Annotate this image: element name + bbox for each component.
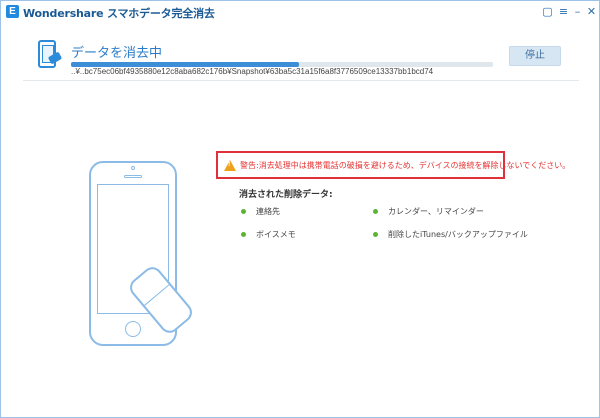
title-bar: E Wondershare スマホデータ完全消去 ▢ ≡ – ✕ [1,1,599,23]
bullet-icon [241,209,246,214]
list-item: ボイスメモ [241,229,296,240]
list-item: カレンダー、リマインダー [373,206,484,217]
warning-label: 警告: [240,160,259,170]
close-icon[interactable]: ✕ [585,5,598,18]
warning-box: ! 警告: 消去処理中は携帯電話の破損を避けるため、デバイスの接続を解除しないで… [216,151,570,179]
app-title: Wondershare スマホデータ完全消去 [23,7,215,20]
header-divider [23,80,579,81]
erase-status-heading: データを消去中 [71,46,163,61]
erased-data-heading: 消去された削除データ: [239,190,333,200]
stop-button[interactable]: 停止 [509,46,561,66]
list-item-label: 削除したiTunes/バックアップファイル [388,230,528,239]
phone-home-button-icon [125,321,141,337]
app-window: E Wondershare スマホデータ完全消去 ▢ ≡ – ✕ データを消去中… [0,0,600,418]
warning-message: 消去処理中は携帯電話の破損を避けるため、デバイスの接続を解除しないでください。 [258,160,571,170]
menu-icon[interactable]: ≡ [557,5,570,18]
list-item-label: カレンダー、リマインダー [388,207,484,216]
phone-camera-icon [131,166,135,170]
warning-icon: ! [224,159,236,171]
phone-speaker-icon [124,175,142,178]
list-item-label: ボイスメモ [256,230,296,239]
bullet-icon [241,232,246,237]
feedback-icon[interactable]: ▢ [541,5,554,18]
app-logo-icon: E [6,5,19,18]
bullet-icon [373,209,378,214]
list-item: 削除したiTunes/バックアップファイル [373,229,528,240]
bullet-icon [373,232,378,237]
erase-current-path: ..¥..bc75ec06bf4935880e12c8aba682c176b¥S… [71,67,434,76]
list-item-label: 連絡先 [256,207,280,216]
minimize-icon[interactable]: – [571,5,584,18]
list-item: 連絡先 [241,206,280,217]
